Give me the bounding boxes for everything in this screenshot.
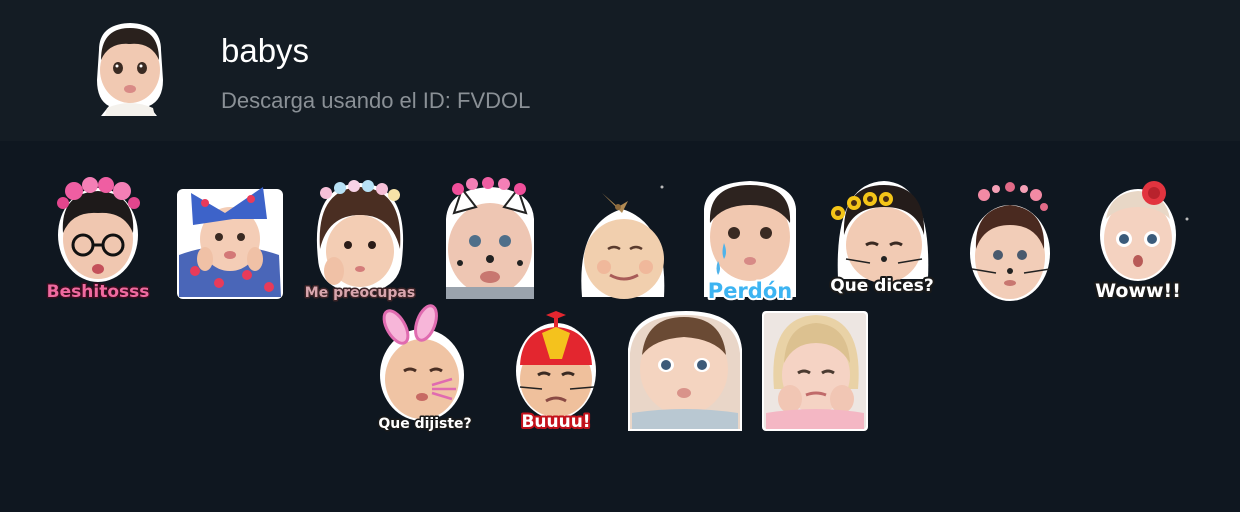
sticker-caption: Buuuu!: [521, 412, 590, 432]
sticker-chubby-baby[interactable]: [626, 309, 742, 433]
sticker-woww[interactable]: Woww!!: [1090, 179, 1189, 304]
baby-face-sticker-icon[interactable]: [93, 20, 167, 118]
sticker-cat-ears[interactable]: [440, 177, 536, 303]
sticker-caption: Me preocupas: [305, 285, 415, 301]
sticker-caption: Que dices?: [830, 276, 934, 296]
sticker-caption: Perdón: [708, 279, 792, 303]
sticker-grid: Beshitosss Me preocupas Perdón Que dices…: [0, 141, 1240, 512]
sticker-que-dijiste[interactable]: Que dijiste?: [370, 304, 473, 434]
pack-download-id: Descarga usando el ID: FVDOL: [221, 88, 531, 113]
sticker-blonde-baby[interactable]: [760, 309, 868, 433]
sticker-caption: Que dijiste?: [378, 416, 471, 432]
sticker-perdon[interactable]: Perdón: [690, 179, 796, 305]
sticker-top-knot[interactable]: [572, 179, 668, 303]
sticker-caption: Woww!!: [1095, 280, 1181, 302]
sticker-hearts[interactable]: [966, 179, 1062, 303]
pack-header: babys Descarga usando el ID: FVDOL: [0, 0, 1240, 141]
sticker-que-dices[interactable]: Que dices?: [826, 179, 936, 303]
pack-title: babys: [221, 32, 310, 69]
sticker-caption: Beshitosss: [47, 282, 150, 302]
sticker-me-preocupas[interactable]: Me preocupas: [300, 179, 417, 303]
sticker-beshitosss[interactable]: Beshitosss: [45, 177, 151, 304]
sticker-buuuu[interactable]: Buuuu!: [512, 309, 608, 434]
sticker-flower-bow[interactable]: [175, 179, 283, 303]
